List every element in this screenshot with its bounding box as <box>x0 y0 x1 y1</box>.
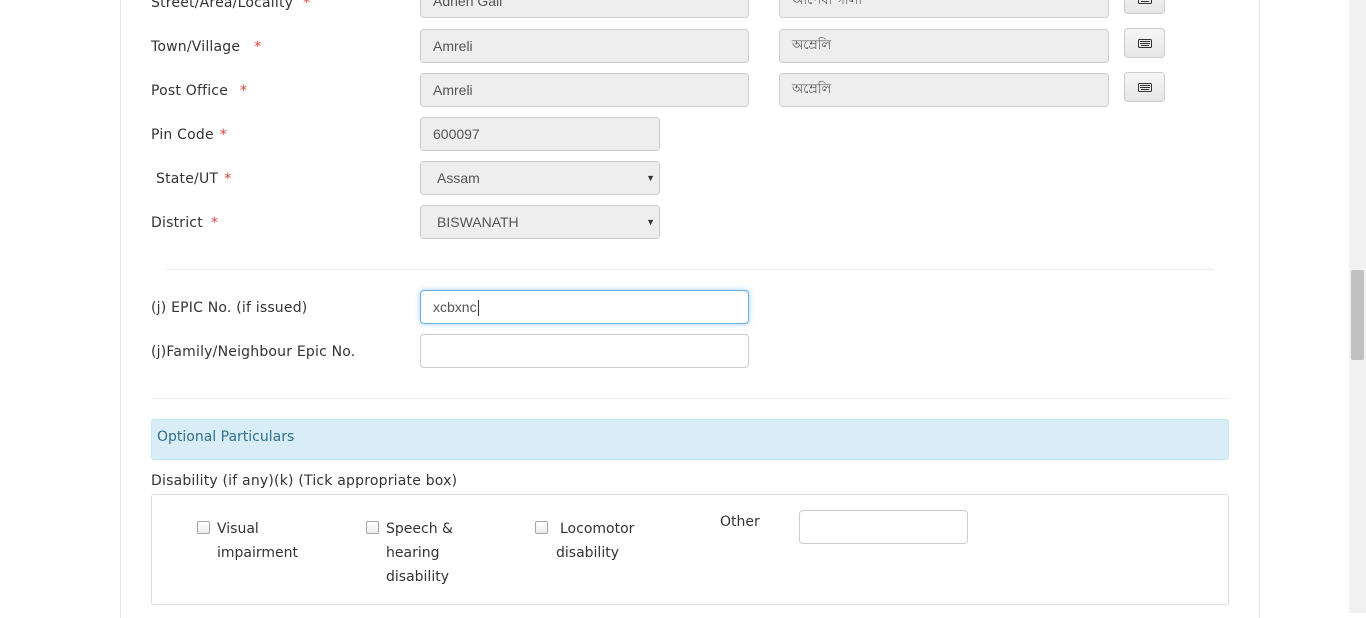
district-selected-value: BISWANATH <box>437 214 519 230</box>
street-label: Street/Area/Locality * <box>151 0 311 11</box>
post-office-label: Post Office * <box>151 83 248 99</box>
section-divider <box>166 269 1214 270</box>
disability-label: Disability (if any)(k) (Tick appropriate… <box>151 473 458 489</box>
town-keyboard-button[interactable] <box>1124 28 1165 58</box>
speech-hearing-checkbox[interactable] <box>366 521 379 534</box>
family-epic-input[interactable] <box>420 334 749 368</box>
street-input-english[interactable]: Adhen Gali <box>420 0 749 18</box>
pin-code-label: Pin Code * <box>151 127 227 143</box>
town-input-english[interactable]: Amreli <box>420 29 749 63</box>
other-label: Other <box>720 514 760 530</box>
state-select[interactable]: Assam ▼ <box>420 161 660 195</box>
district-select[interactable]: BISWANATH ▼ <box>420 205 660 239</box>
locomotor-label[interactable]: Locomotor disability <box>556 517 634 565</box>
dropdown-arrow-icon: ▼ <box>646 173 655 183</box>
post-office-input-english[interactable]: Amreli <box>420 73 749 107</box>
speech-hearing-label[interactable]: Speech & hearing disability <box>386 517 453 589</box>
epic-label: (j) EPIC No. (if issued) <box>151 300 308 316</box>
section-divider <box>151 398 1229 399</box>
keyboard-icon <box>1137 38 1152 48</box>
post-office-input-local[interactable]: অম্রেলি <box>779 73 1109 107</box>
page-scrollbar[interactable] <box>1349 0 1366 613</box>
state-selected-value: Assam <box>437 170 480 186</box>
street-keyboard-button[interactable] <box>1124 0 1165 14</box>
post-office-keyboard-button[interactable] <box>1124 72 1165 102</box>
locomotor-checkbox[interactable] <box>535 521 548 534</box>
epic-input-value: xcbxnc <box>433 299 477 315</box>
dropdown-arrow-icon: ▼ <box>646 217 655 227</box>
district-label: District * <box>151 215 219 231</box>
visual-impairment-label[interactable]: Visual impairment <box>217 517 298 565</box>
text-cursor <box>477 300 479 317</box>
street-input-local[interactable]: আপেধা গালী <box>779 0 1109 18</box>
keyboard-icon <box>1137 82 1152 92</box>
pin-code-input[interactable]: 600097 <box>420 117 660 151</box>
scrollbar-thumb[interactable] <box>1351 270 1364 360</box>
optional-particulars-heading: Optional Particulars <box>151 419 1229 460</box>
state-label: State/UT * <box>156 171 232 187</box>
other-disability-input[interactable] <box>799 510 968 544</box>
disability-options-box <box>151 494 1229 605</box>
town-input-local[interactable]: অম্রেলি <box>779 29 1109 63</box>
family-epic-label: (j)Family/Neighbour Epic No. <box>151 344 356 360</box>
epic-input[interactable]: xcbxnc <box>420 290 749 324</box>
visual-impairment-checkbox[interactable] <box>197 521 210 534</box>
keyboard-icon <box>1137 0 1152 4</box>
town-label: Town/Village * <box>151 39 262 55</box>
